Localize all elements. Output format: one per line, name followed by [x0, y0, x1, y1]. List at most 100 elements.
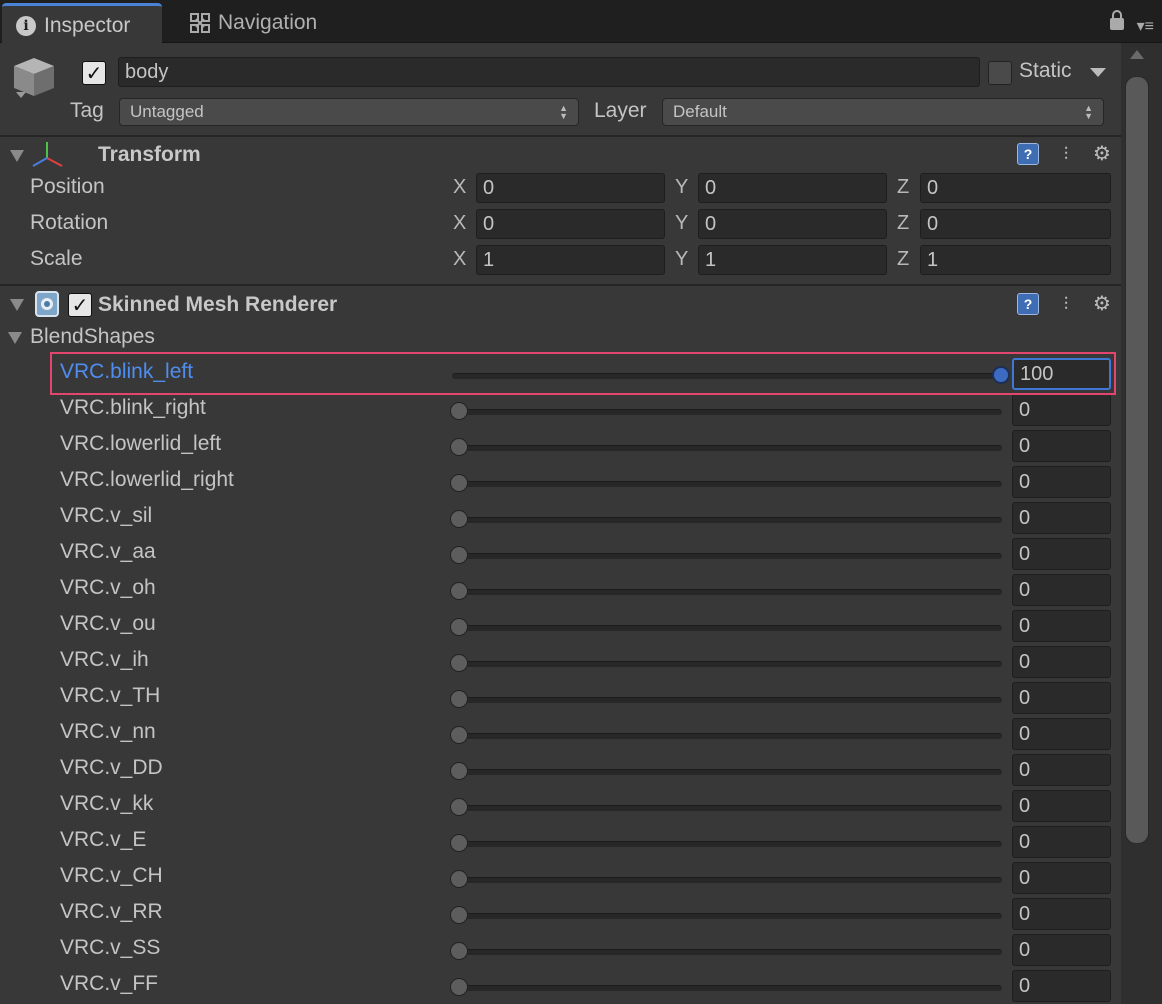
- blendshape-row: VRC.v_DD 0: [0, 752, 1121, 788]
- blendshape-value-field[interactable]: 0: [1012, 862, 1111, 894]
- position-z-field[interactable]: 0: [920, 173, 1111, 203]
- blendshape-slider-thumb[interactable]: [992, 366, 1010, 384]
- blendshape-value-field[interactable]: 0: [1012, 502, 1111, 534]
- tab-bar: i Inspector Navigation ▾≡: [0, 0, 1162, 45]
- blendshape-label: VRC.v_sil: [60, 504, 153, 527]
- blendshape-row: VRC.v_oh 0: [0, 572, 1121, 608]
- blendshape-slider-thumb[interactable]: [450, 978, 468, 996]
- blendshape-slider-thumb[interactable]: [450, 798, 468, 816]
- x-axis-label: X: [453, 212, 467, 234]
- rotation-z-field[interactable]: 0: [920, 209, 1111, 239]
- tab-navigation[interactable]: Navigation: [176, 4, 346, 42]
- lock-icon[interactable]: [1110, 10, 1124, 30]
- layer-dropdown[interactable]: Default ▲ ▼: [662, 98, 1104, 126]
- blendshape-slider-thumb[interactable]: [450, 726, 468, 744]
- blendshape-slider-track[interactable]: [452, 841, 1002, 847]
- skinned-mesh-help-icon[interactable]: ?: [1017, 293, 1039, 315]
- blendshape-slider-track[interactable]: [452, 517, 1002, 523]
- skinned-mesh-foldout-arrow-icon[interactable]: [10, 299, 24, 311]
- blendshape-slider-thumb[interactable]: [450, 654, 468, 672]
- blendshape-slider-track[interactable]: [452, 409, 1002, 415]
- blendshape-row: VRC.v_TH 0: [0, 680, 1121, 716]
- blendshape-value-field[interactable]: 0: [1012, 898, 1111, 930]
- info-icon: i: [16, 15, 36, 36]
- blendshape-slider-thumb[interactable]: [450, 582, 468, 600]
- skinned-mesh-renderer-icon: [34, 290, 62, 318]
- blendshape-slider-track[interactable]: [452, 769, 1002, 775]
- blendshape-slider-track[interactable]: [452, 985, 1002, 991]
- blendshape-value-field[interactable]: 0: [1012, 466, 1111, 498]
- blendshape-value-field[interactable]: 100: [1012, 358, 1111, 390]
- scale-z-field[interactable]: 1: [920, 245, 1111, 275]
- static-checkbox[interactable]: [988, 61, 1012, 85]
- dropdown-arrows-icon: ▲ ▼: [1084, 103, 1093, 121]
- blendshape-slider-track[interactable]: [452, 733, 1002, 739]
- scroll-up-arrow-icon[interactable]: [1130, 50, 1144, 59]
- tab-menu-icon[interactable]: ▾≡: [1137, 16, 1154, 36]
- blendshape-slider-track[interactable]: [452, 805, 1002, 811]
- skinned-mesh-presets-icon[interactable]: ⫶: [1055, 293, 1077, 315]
- blendshape-slider-track[interactable]: [452, 553, 1002, 559]
- transform-help-icon[interactable]: ?: [1017, 143, 1039, 165]
- position-label: Position: [30, 175, 105, 198]
- blendshape-slider-thumb[interactable]: [450, 762, 468, 780]
- blendshape-slider-thumb[interactable]: [450, 690, 468, 708]
- blendshape-value-field[interactable]: 0: [1012, 682, 1111, 714]
- blendshape-value-field[interactable]: 0: [1012, 610, 1111, 642]
- transform-title[interactable]: Transform: [98, 143, 201, 167]
- scrollbar-thumb[interactable]: [1125, 76, 1149, 844]
- scale-y-field[interactable]: 1: [698, 245, 887, 275]
- rotation-y-field[interactable]: 0: [698, 209, 887, 239]
- blendshape-slider-track[interactable]: [452, 697, 1002, 703]
- blendshapes-foldout-arrow-icon[interactable]: [8, 332, 22, 344]
- blendshape-slider-thumb[interactable]: [450, 618, 468, 636]
- skinned-mesh-title[interactable]: Skinned Mesh Renderer: [98, 293, 337, 317]
- blendshape-label: VRC.v_oh: [60, 576, 156, 599]
- active-checkbox[interactable]: ✓: [82, 61, 106, 85]
- blendshape-slider-thumb[interactable]: [450, 906, 468, 924]
- blendshape-value-field[interactable]: 0: [1012, 574, 1111, 606]
- blendshape-slider-track[interactable]: [452, 481, 1002, 487]
- blendshape-slider-track[interactable]: [452, 661, 1002, 667]
- skinned-mesh-settings-gear-icon[interactable]: ⚙: [1089, 292, 1115, 315]
- transform-presets-icon[interactable]: ⫶: [1055, 143, 1077, 165]
- blendshape-slider-thumb[interactable]: [450, 942, 468, 960]
- blendshape-slider-thumb[interactable]: [450, 834, 468, 852]
- tag-dropdown[interactable]: Untagged ▲ ▼: [119, 98, 579, 126]
- blendshape-value-field[interactable]: 0: [1012, 970, 1111, 1002]
- rotation-x-field[interactable]: 0: [476, 209, 665, 239]
- blendshape-value-field[interactable]: 0: [1012, 430, 1111, 462]
- blendshape-slider-thumb[interactable]: [450, 870, 468, 888]
- tab-inspector[interactable]: i Inspector: [2, 3, 162, 45]
- blendshape-slider-track[interactable]: [452, 949, 1002, 955]
- blendshape-slider-thumb[interactable]: [450, 438, 468, 456]
- blendshape-slider-track[interactable]: [452, 445, 1002, 451]
- blendshape-slider-track[interactable]: [452, 877, 1002, 883]
- blendshape-slider-thumb[interactable]: [450, 510, 468, 528]
- transform-settings-gear-icon[interactable]: ⚙: [1089, 142, 1115, 165]
- static-dropdown-arrow-icon[interactable]: [1090, 68, 1106, 77]
- blendshape-slider-track[interactable]: [452, 373, 1002, 379]
- blendshape-slider-thumb[interactable]: [450, 474, 468, 492]
- blendshape-slider-track[interactable]: [452, 913, 1002, 919]
- position-y-field[interactable]: 0: [698, 173, 887, 203]
- blendshape-slider-track[interactable]: [452, 625, 1002, 631]
- blendshape-value-field[interactable]: 0: [1012, 538, 1111, 570]
- blendshape-value-field[interactable]: 0: [1012, 394, 1111, 426]
- blendshapes-label[interactable]: BlendShapes: [30, 325, 155, 349]
- skinned-mesh-enabled-checkbox[interactable]: ✓: [68, 293, 92, 317]
- blendshape-slider-thumb[interactable]: [450, 402, 468, 420]
- blendshape-value-field[interactable]: 0: [1012, 646, 1111, 678]
- blendshape-slider-track[interactable]: [452, 589, 1002, 595]
- blendshape-value-field[interactable]: 0: [1012, 718, 1111, 750]
- scale-x-field[interactable]: 1: [476, 245, 665, 275]
- x-axis-label: X: [453, 176, 467, 198]
- position-x-field[interactable]: 0: [476, 173, 665, 203]
- transform-foldout-arrow-icon[interactable]: [10, 150, 24, 162]
- blendshape-value-field[interactable]: 0: [1012, 754, 1111, 786]
- blendshape-value-field[interactable]: 0: [1012, 826, 1111, 858]
- blendshape-value-field[interactable]: 0: [1012, 790, 1111, 822]
- gameobject-name-field[interactable]: body: [118, 57, 980, 87]
- blendshape-slider-thumb[interactable]: [450, 546, 468, 564]
- blendshape-value-field[interactable]: 0: [1012, 934, 1111, 966]
